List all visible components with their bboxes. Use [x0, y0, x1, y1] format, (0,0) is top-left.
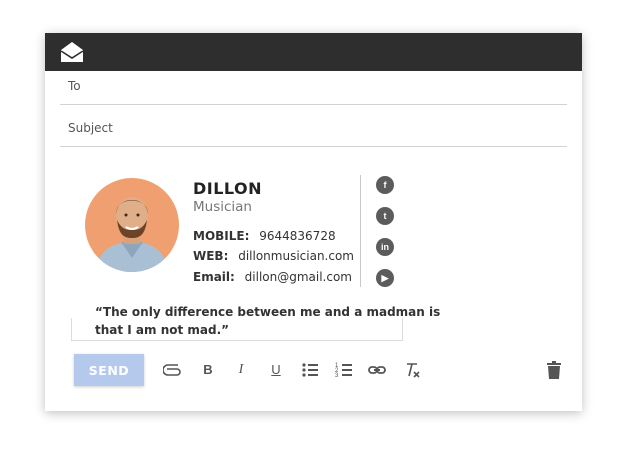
facebook-icon[interactable]: f: [376, 176, 394, 194]
title-bar: [45, 33, 582, 71]
trash-icon[interactable]: [544, 360, 564, 380]
link-icon[interactable]: [367, 360, 387, 380]
email-label: Email:: [193, 270, 235, 284]
web-value[interactable]: dillonmusician.com: [238, 249, 354, 263]
open-envelope-icon: [60, 42, 84, 62]
svg-text:3: 3: [335, 373, 339, 379]
signature-quote: “The only difference between me and a ma…: [95, 305, 441, 337]
to-label: To: [68, 79, 81, 93]
subject-label: Subject: [68, 121, 113, 135]
signature-name: DILLON: [193, 179, 263, 198]
signature-divider: [360, 175, 361, 287]
youtube-icon[interactable]: ▶: [376, 269, 394, 287]
twitter-icon[interactable]: t: [376, 207, 394, 225]
linkedin-icon[interactable]: in: [376, 238, 394, 256]
web-row: WEB: dillonmusician.com: [193, 249, 354, 263]
mobile-label: MOBILE:: [193, 229, 250, 243]
email-row: Email: dillon@gmail.com: [193, 270, 352, 284]
avatar: [85, 178, 179, 272]
clear-formatting-icon[interactable]: [402, 360, 422, 380]
attach-icon[interactable]: [162, 360, 183, 380]
bulleted-list-icon[interactable]: [300, 360, 320, 380]
compose-toolbar: SEND B I U 1 2 3: [45, 353, 582, 389]
compose-window: To Subject DILLON Musician MOBILE: 96448…: [45, 33, 582, 411]
mobile-row: MOBILE: 9644836728: [193, 229, 336, 243]
mobile-value: 9644836728: [259, 229, 336, 243]
bold-button[interactable]: B: [198, 360, 218, 380]
signature-role: Musician: [193, 199, 252, 215]
email-value[interactable]: dillon@gmail.com: [245, 270, 352, 284]
underline-button[interactable]: U: [266, 360, 286, 380]
web-label: WEB:: [193, 249, 229, 263]
subject-field[interactable]: Subject: [60, 111, 567, 147]
italic-button[interactable]: I: [231, 360, 251, 380]
numbered-list-icon[interactable]: 1 2 3: [334, 360, 354, 380]
send-button[interactable]: SEND: [74, 354, 144, 386]
to-field[interactable]: To: [60, 69, 567, 105]
avatar-photo: [85, 178, 179, 272]
